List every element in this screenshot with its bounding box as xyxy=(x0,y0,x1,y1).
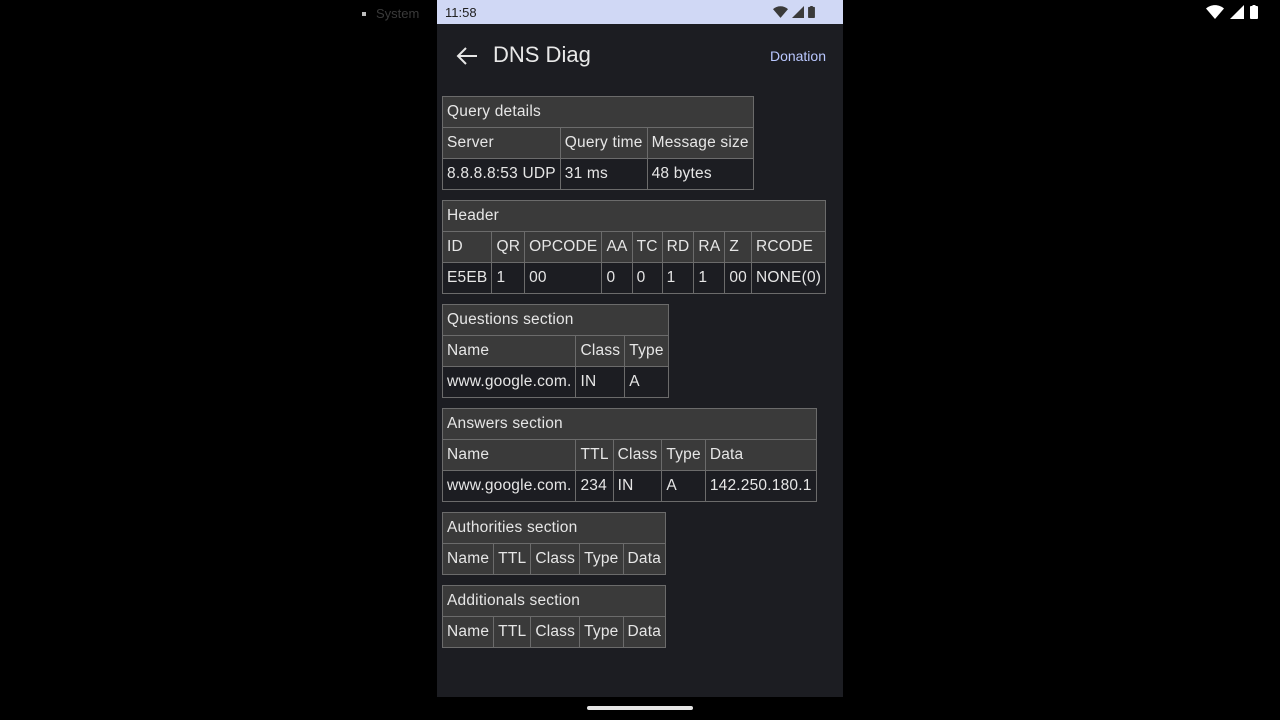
column-header: Server xyxy=(442,127,561,159)
column-header: RA xyxy=(693,231,726,263)
column-header: Type xyxy=(579,543,624,575)
additionals-table: Additionals section Name TTL Class Type … xyxy=(441,585,667,648)
table-cell: 0 xyxy=(631,262,663,294)
status-bar: 11:58 xyxy=(437,0,843,24)
column-header: TTL xyxy=(493,543,532,575)
table-cell: 1 xyxy=(693,262,726,294)
header-table: Header ID QR OPCODE AA TC RD RA Z RCODE … xyxy=(441,200,827,294)
column-header: Name xyxy=(441,616,495,648)
table-cell: 8.8.8.8:53 UDP xyxy=(442,158,561,190)
column-header: Message size xyxy=(646,127,754,159)
table-cell: IN xyxy=(612,470,663,502)
signal-icon xyxy=(792,6,804,18)
column-header: RD xyxy=(661,231,695,263)
column-header: AA xyxy=(601,231,633,263)
answers-table: Answers section Name TTL Class Type Data… xyxy=(442,408,817,502)
signal-icon xyxy=(1230,5,1244,19)
donation-button[interactable]: Donation xyxy=(770,48,826,64)
column-header: TC xyxy=(631,231,663,263)
wifi-icon xyxy=(773,6,788,18)
table-cell: E5EB xyxy=(441,262,493,294)
table-cell: 0 xyxy=(601,262,633,294)
table-cell: 1 xyxy=(661,262,695,294)
home-gesture-bar[interactable] xyxy=(587,706,693,710)
column-header: Type xyxy=(661,439,706,471)
column-header: Data xyxy=(704,439,817,471)
system-label: System xyxy=(376,6,420,21)
column-header: Type xyxy=(624,335,669,367)
query-details-table: Query details Server Query time Message … xyxy=(442,96,754,190)
page-title: DNS Diag xyxy=(493,42,591,67)
phone-screen: 11:58 DNS Diag Donation Query details Se… xyxy=(437,0,843,697)
column-header: RCODE xyxy=(751,231,827,263)
table-cell: NONE(0) xyxy=(751,262,827,294)
table-cell: IN xyxy=(575,366,626,398)
back-arrow-icon[interactable] xyxy=(455,46,479,66)
column-header: Name xyxy=(441,543,495,575)
table-cell: 00 xyxy=(724,262,753,294)
section-title: Questions section xyxy=(442,304,669,336)
column-header: Class xyxy=(612,439,663,471)
table-cell: 00 xyxy=(524,262,603,294)
table-cell: www.google.com. xyxy=(442,470,577,502)
dot-icon xyxy=(362,11,366,16)
column-header: Type xyxy=(579,616,624,648)
column-header: Class xyxy=(530,616,581,648)
app-bar: DNS Diag Donation xyxy=(437,24,843,88)
questions-table: Questions section Name Class Type www.go… xyxy=(441,304,669,398)
column-header: Class xyxy=(575,335,626,367)
results-content: Query details Server Query time Message … xyxy=(441,96,837,658)
section-title: Authorities section xyxy=(441,512,667,544)
host-status-icons xyxy=(1206,5,1258,19)
table-cell: 1 xyxy=(491,262,526,294)
column-header: Class xyxy=(530,543,581,575)
section-title: Additionals section xyxy=(441,585,667,617)
column-header: Name xyxy=(441,335,577,367)
status-time: 11:58 xyxy=(445,4,477,20)
status-icons xyxy=(773,6,815,18)
battery-icon xyxy=(808,6,815,18)
battery-icon xyxy=(1250,5,1258,19)
table-cell: 48 bytes xyxy=(646,158,754,190)
table-cell: A xyxy=(661,470,706,502)
column-header: TTL xyxy=(493,616,532,648)
column-header: Z xyxy=(724,231,753,263)
table-cell: 234 xyxy=(575,470,614,502)
column-header: OPCODE xyxy=(524,231,603,263)
answers-clip: Answers section Name TTL Class Type Data… xyxy=(442,408,837,512)
column-header: Data xyxy=(622,543,667,575)
table-cell: www.google.com. xyxy=(441,366,577,398)
section-title: Query details xyxy=(442,96,754,128)
table-cell: A xyxy=(624,366,669,398)
table-cell: 142.250.180.1 xyxy=(704,470,817,502)
column-header: Name xyxy=(442,439,577,471)
system-indicator: System xyxy=(362,6,419,21)
column-header: Data xyxy=(622,616,667,648)
column-header: QR xyxy=(491,231,526,263)
column-header: ID xyxy=(441,231,493,263)
table-cell: 31 ms xyxy=(559,158,648,190)
section-title: Answers section xyxy=(442,408,817,440)
wifi-icon xyxy=(1206,5,1224,19)
authorities-table: Authorities section Name TTL Class Type … xyxy=(441,512,667,575)
column-header: Query time xyxy=(559,127,648,159)
section-title: Header xyxy=(441,200,827,232)
column-header: TTL xyxy=(575,439,614,471)
